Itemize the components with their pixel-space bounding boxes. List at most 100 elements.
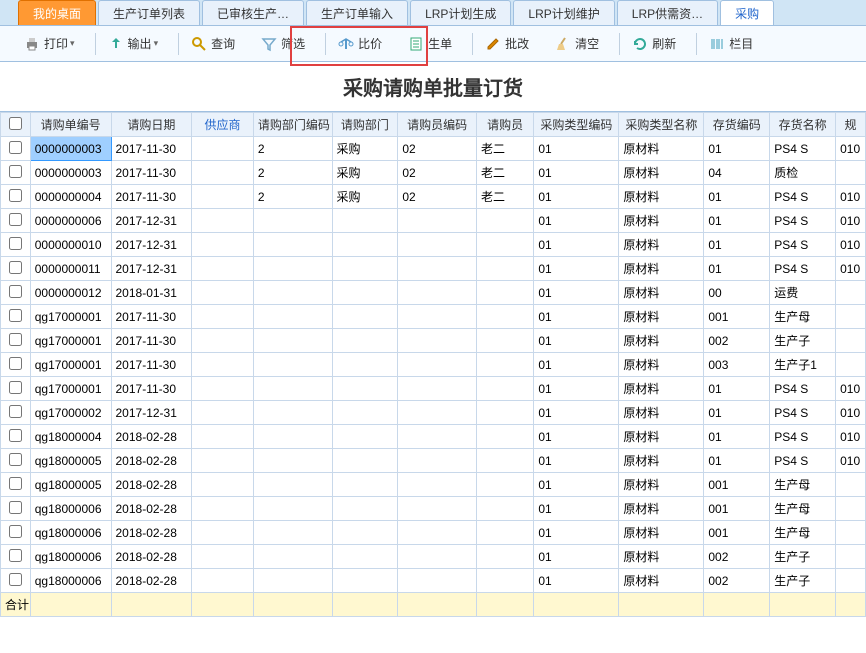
cell[interactable]: 采购 (332, 185, 398, 209)
cell[interactable]: 原材料 (619, 281, 704, 305)
clear-button[interactable]: 清空 (549, 32, 605, 55)
cell[interactable] (836, 473, 866, 497)
column-header[interactable]: 请购部门编码 (253, 113, 332, 137)
cell[interactable] (398, 545, 477, 569)
cell[interactable] (253, 401, 332, 425)
cell[interactable]: 原材料 (619, 161, 704, 185)
row-select-cell[interactable] (1, 161, 31, 185)
cell[interactable] (398, 473, 477, 497)
cell[interactable] (398, 257, 477, 281)
cell[interactable]: 01 (534, 233, 619, 257)
cell[interactable] (192, 257, 254, 281)
row-checkbox[interactable] (9, 189, 22, 202)
cell[interactable]: 0000000010 (30, 233, 111, 257)
cell[interactable]: 01 (534, 377, 619, 401)
row-select-cell[interactable] (1, 185, 31, 209)
cell[interactable] (398, 329, 477, 353)
cell[interactable] (253, 497, 332, 521)
row-select-cell[interactable] (1, 209, 31, 233)
table-row[interactable]: 00000000042017-11-302采购02老二01原材料01PS4 S0… (1, 185, 866, 209)
cell[interactable] (253, 521, 332, 545)
cell[interactable]: 0000000012 (30, 281, 111, 305)
cell[interactable]: 原材料 (619, 185, 704, 209)
cell[interactable]: 原材料 (619, 569, 704, 593)
cell[interactable]: 01 (534, 449, 619, 473)
column-header[interactable]: 请购员 (477, 113, 534, 137)
table-row[interactable]: qg180000062018-02-2801原材料001生产母 (1, 497, 866, 521)
cell[interactable] (332, 569, 398, 593)
cell[interactable]: 002 (704, 329, 770, 353)
tab-采购[interactable]: 采购 (720, 0, 774, 25)
cell[interactable]: 2 (253, 161, 332, 185)
cell[interactable]: 0000000003 (30, 137, 111, 161)
row-checkbox[interactable] (9, 141, 22, 154)
cell[interactable]: 02 (398, 137, 477, 161)
row-select-cell[interactable] (1, 233, 31, 257)
cell[interactable]: PS4 S (770, 449, 836, 473)
cell[interactable] (253, 257, 332, 281)
cell[interactable]: 02 (398, 161, 477, 185)
column-header[interactable]: 供应商 (192, 113, 254, 137)
cell[interactable] (398, 401, 477, 425)
cell[interactable]: 2017-11-30 (111, 377, 192, 401)
cell[interactable] (836, 161, 866, 185)
cell[interactable] (398, 449, 477, 473)
row-select-cell[interactable] (1, 569, 31, 593)
cell[interactable]: 010 (836, 233, 866, 257)
cell[interactable] (477, 521, 534, 545)
cell[interactable]: 2018-02-28 (111, 521, 192, 545)
column-header[interactable]: 规 (836, 113, 866, 137)
cell[interactable]: PS4 S (770, 185, 836, 209)
cell[interactable]: 生产子 (770, 329, 836, 353)
cell[interactable] (192, 353, 254, 377)
column-header[interactable]: 请购部门 (332, 113, 398, 137)
cell[interactable]: 2017-11-30 (111, 137, 192, 161)
cell[interactable]: 001 (704, 497, 770, 521)
row-checkbox[interactable] (9, 381, 22, 394)
cell[interactable]: 001 (704, 305, 770, 329)
cell[interactable] (477, 305, 534, 329)
cell[interactable] (477, 473, 534, 497)
cell[interactable]: 01 (534, 257, 619, 281)
cell[interactable]: 原材料 (619, 305, 704, 329)
table-row[interactable]: 00000000122018-01-3101原材料00运费 (1, 281, 866, 305)
cell[interactable] (332, 521, 398, 545)
table-row[interactable]: qg170000012017-11-3001原材料003生产子1 (1, 353, 866, 377)
table-row[interactable]: 00000000032017-11-302采购02老二01原材料04质检 (1, 161, 866, 185)
table-row[interactable]: qg170000022017-12-3101原材料01PS4 S010 (1, 401, 866, 425)
cell[interactable] (398, 521, 477, 545)
cell[interactable] (332, 305, 398, 329)
cell[interactable]: qg17000001 (30, 377, 111, 401)
cell[interactable]: 原材料 (619, 233, 704, 257)
cell[interactable]: 2017-11-30 (111, 161, 192, 185)
cell[interactable]: 01 (534, 281, 619, 305)
cell[interactable]: 010 (836, 209, 866, 233)
tab-已审核生产…[interactable]: 已审核生产… (202, 0, 304, 25)
row-checkbox[interactable] (9, 573, 22, 586)
cell[interactable]: 2018-02-28 (111, 545, 192, 569)
cell[interactable] (332, 473, 398, 497)
cell[interactable]: PS4 S (770, 233, 836, 257)
table-row[interactable]: qg180000052018-02-2801原材料001生产母 (1, 473, 866, 497)
cell[interactable]: PS4 S (770, 425, 836, 449)
cell[interactable] (192, 569, 254, 593)
cell[interactable]: 2018-02-28 (111, 497, 192, 521)
row-select-cell[interactable] (1, 353, 31, 377)
cell[interactable]: 生产母 (770, 473, 836, 497)
cell[interactable]: 01 (704, 449, 770, 473)
cell[interactable]: 01 (534, 545, 619, 569)
cell[interactable]: 010 (836, 401, 866, 425)
cell[interactable]: 2018-01-31 (111, 281, 192, 305)
cell[interactable] (192, 401, 254, 425)
cell[interactable]: 采购 (332, 137, 398, 161)
cell[interactable]: 2017-11-30 (111, 329, 192, 353)
cell[interactable] (253, 377, 332, 401)
table-row[interactable]: qg180000062018-02-2801原材料002生产子 (1, 569, 866, 593)
row-checkbox[interactable] (9, 285, 22, 298)
cell[interactable]: 01 (704, 377, 770, 401)
cell[interactable] (477, 569, 534, 593)
cell[interactable]: PS4 S (770, 257, 836, 281)
cell[interactable]: 01 (704, 185, 770, 209)
row-checkbox[interactable] (9, 213, 22, 226)
column-header[interactable]: 存货名称 (770, 113, 836, 137)
